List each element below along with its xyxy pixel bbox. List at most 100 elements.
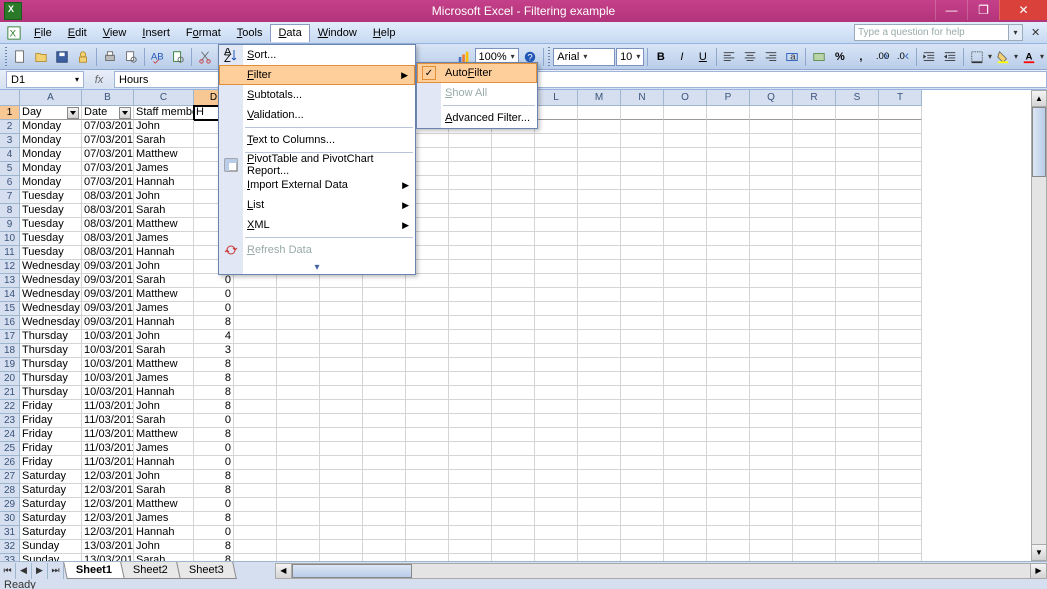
cell[interactable] xyxy=(492,456,535,470)
cell[interactable] xyxy=(879,274,922,288)
cell[interactable] xyxy=(363,470,406,484)
cell[interactable]: 0 xyxy=(194,302,234,316)
autofilter-dropdown[interactable] xyxy=(119,107,131,119)
cell[interactable] xyxy=(320,442,363,456)
cell[interactable] xyxy=(535,302,578,316)
cell[interactable] xyxy=(621,414,664,428)
cell[interactable] xyxy=(664,540,707,554)
cell[interactable] xyxy=(836,428,879,442)
cell[interactable] xyxy=(750,218,793,232)
cell[interactable] xyxy=(836,400,879,414)
cell[interactable] xyxy=(492,288,535,302)
cell[interactable] xyxy=(449,316,492,330)
maximize-button[interactable]: ❐ xyxy=(967,0,999,20)
cell[interactable] xyxy=(750,134,793,148)
cell[interactable] xyxy=(535,372,578,386)
cell[interactable] xyxy=(707,386,750,400)
cell[interactable] xyxy=(449,288,492,302)
col-header-B[interactable]: B xyxy=(82,90,134,106)
cell[interactable] xyxy=(836,274,879,288)
row-header[interactable]: 24 xyxy=(0,428,20,442)
cell[interactable] xyxy=(578,134,621,148)
select-all-corner[interactable] xyxy=(0,90,20,106)
cell[interactable] xyxy=(750,232,793,246)
cell[interactable] xyxy=(879,526,922,540)
cell[interactable]: 8 xyxy=(194,428,234,442)
cell[interactable] xyxy=(836,484,879,498)
cell[interactable] xyxy=(406,442,449,456)
cell[interactable]: Wednesday xyxy=(20,288,82,302)
align-right-button[interactable] xyxy=(761,47,781,67)
cell[interactable]: Monday xyxy=(20,120,82,134)
cell[interactable] xyxy=(621,470,664,484)
cell[interactable] xyxy=(578,442,621,456)
cell[interactable] xyxy=(664,288,707,302)
cell[interactable]: 07/03/2011 xyxy=(82,162,134,176)
borders-button[interactable] xyxy=(967,47,987,67)
cell[interactable] xyxy=(363,484,406,498)
cell[interactable] xyxy=(879,190,922,204)
cell[interactable] xyxy=(535,162,578,176)
cell[interactable] xyxy=(664,148,707,162)
cell[interactable] xyxy=(449,400,492,414)
row-header[interactable]: 2 xyxy=(0,120,20,134)
cell[interactable] xyxy=(492,414,535,428)
cell[interactable] xyxy=(621,498,664,512)
cell[interactable]: Tuesday xyxy=(20,204,82,218)
cell[interactable] xyxy=(535,204,578,218)
cell[interactable] xyxy=(492,428,535,442)
cell[interactable] xyxy=(879,260,922,274)
cell[interactable] xyxy=(535,526,578,540)
cell[interactable] xyxy=(406,288,449,302)
cell[interactable] xyxy=(879,414,922,428)
cell[interactable]: Sarah xyxy=(134,414,194,428)
cell[interactable]: Matthew xyxy=(134,148,194,162)
cell[interactable] xyxy=(621,120,664,134)
bold-button[interactable]: B xyxy=(651,47,671,67)
cell[interactable] xyxy=(836,344,879,358)
cell[interactable] xyxy=(277,302,320,316)
cell[interactable] xyxy=(320,330,363,344)
cell[interactable] xyxy=(879,400,922,414)
cell[interactable] xyxy=(492,498,535,512)
cell[interactable] xyxy=(793,484,836,498)
cell[interactable] xyxy=(492,526,535,540)
cell[interactable] xyxy=(492,442,535,456)
cell[interactable]: Tuesday xyxy=(20,246,82,260)
fill-dropdown[interactable]: ▾ xyxy=(1014,52,1018,61)
cell[interactable]: Date xyxy=(82,106,134,120)
cell[interactable]: Sarah xyxy=(134,274,194,288)
cell[interactable] xyxy=(707,106,750,120)
row-header[interactable]: 15 xyxy=(0,302,20,316)
cell[interactable]: John xyxy=(134,190,194,204)
cell[interactable]: James xyxy=(134,302,194,316)
cell[interactable]: Friday xyxy=(20,400,82,414)
cell[interactable] xyxy=(277,498,320,512)
menu-item-list[interactable]: List▶ xyxy=(219,195,415,215)
cell[interactable] xyxy=(750,288,793,302)
cell[interactable]: John xyxy=(134,330,194,344)
row-header[interactable]: 25 xyxy=(0,442,20,456)
cell[interactable] xyxy=(363,498,406,512)
cell[interactable] xyxy=(793,512,836,526)
cell[interactable] xyxy=(449,134,492,148)
autofilter-dropdown[interactable] xyxy=(67,107,79,119)
cell[interactable] xyxy=(234,386,277,400)
cell[interactable] xyxy=(535,246,578,260)
cell[interactable] xyxy=(320,344,363,358)
cell[interactable]: Tuesday xyxy=(20,218,82,232)
cell[interactable]: 08/03/2011 xyxy=(82,204,134,218)
cell[interactable] xyxy=(836,134,879,148)
cell[interactable] xyxy=(535,120,578,134)
cell[interactable] xyxy=(836,302,879,316)
cell[interactable] xyxy=(793,414,836,428)
col-header-O[interactable]: O xyxy=(664,90,707,106)
cell[interactable] xyxy=(836,148,879,162)
cell[interactable] xyxy=(535,316,578,330)
cell[interactable] xyxy=(707,526,750,540)
vertical-scrollbar[interactable]: ▲ ▼ xyxy=(1031,90,1047,561)
cell[interactable] xyxy=(664,204,707,218)
cell[interactable]: James xyxy=(134,232,194,246)
cell[interactable] xyxy=(836,330,879,344)
cell[interactable]: 8 xyxy=(194,484,234,498)
